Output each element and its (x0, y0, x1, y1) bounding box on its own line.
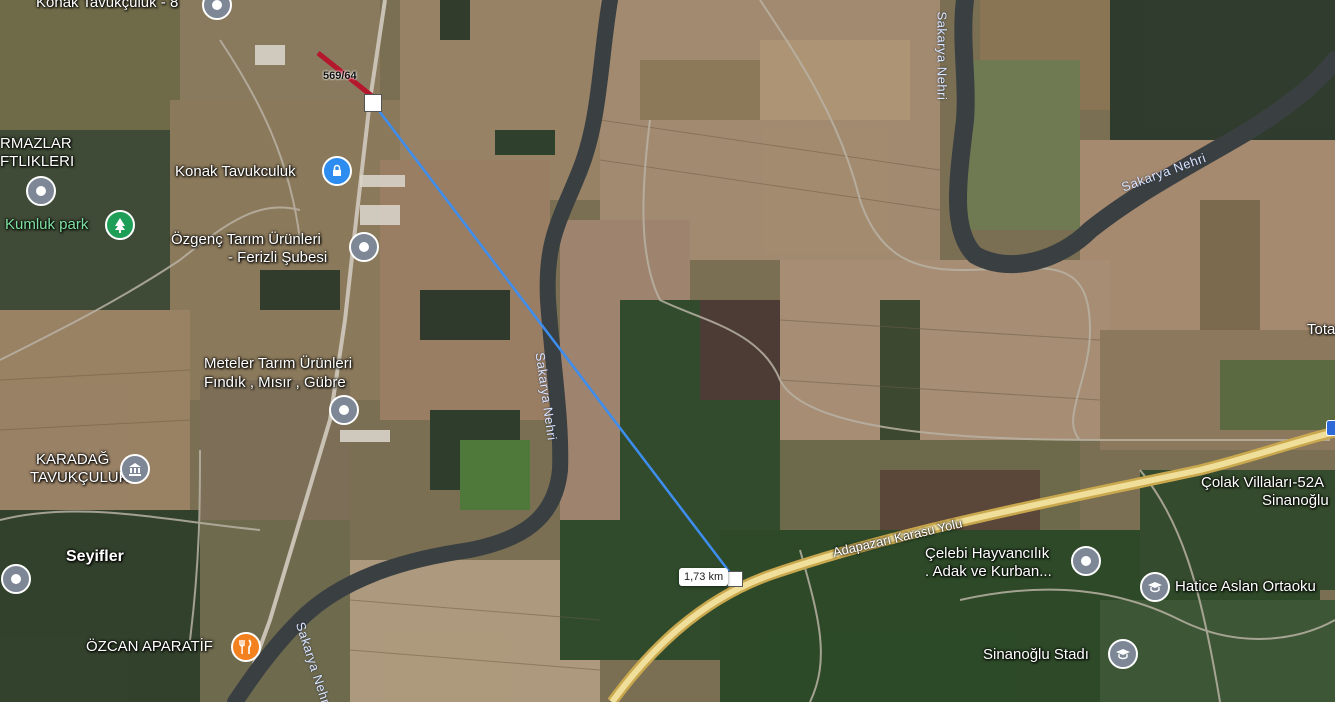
farm-fields (0, 0, 1335, 702)
map-pin-icon[interactable] (1, 564, 31, 594)
map-pin-icon[interactable] (349, 232, 379, 262)
stadium-icon[interactable] (1108, 639, 1138, 669)
map-terrain (0, 0, 1335, 702)
poi-label-konak-tavukculuk[interactable]: Konak Tavukculuk (175, 163, 296, 181)
measure-end-handle[interactable] (727, 571, 743, 587)
poi-label-kumluk-park[interactable]: Kumluk park (5, 216, 88, 234)
map-pin-icon[interactable] (26, 176, 56, 206)
poi-label-ozgenc[interactable]: Özgenç Tarım Ürünleri (171, 231, 321, 249)
poi-label-colak[interactable]: Sinanoğlu (1262, 492, 1329, 510)
poi-label-karadag[interactable]: TAVUKÇULUK (30, 469, 129, 487)
poi-label-hatice[interactable]: Hatice Aslan Ortaoku (1175, 578, 1316, 596)
poi-label-konak-8[interactable]: Konak Tavukçuluk - 8 (36, 0, 178, 12)
poi-label-colak[interactable]: Çolak Villaları-52A (1201, 474, 1324, 492)
poi-label-stadi[interactable]: Sinanoğlu Stadı (983, 646, 1089, 664)
satellite-map[interactable]: 569/64 1,73 km Sakarya Nehri Sakarya Neh… (0, 0, 1335, 702)
restaurant-icon[interactable] (231, 632, 261, 662)
poi-label-ozcan[interactable]: ÖZCAN APARATİF (86, 638, 213, 656)
river-label: Sakarya Nehri (934, 11, 950, 101)
poi-label-celebi[interactable]: . Adak ve Kurban... (925, 563, 1052, 581)
school-icon[interactable] (1140, 572, 1170, 602)
poi-label-kirmazlar[interactable]: FTLIKLERI (0, 153, 74, 171)
distance-readout: 1,73 km (679, 568, 729, 586)
poi-label-tota[interactable]: Tota (1307, 321, 1335, 339)
tree-icon[interactable] (105, 210, 135, 240)
lock-icon[interactable] (322, 156, 352, 186)
parcel-label: 569/64 (323, 70, 357, 82)
poi-label-meteler[interactable]: Meteler Tarım Ürünleri (204, 355, 352, 373)
poi-label-kirmazlar[interactable]: RMAZLAR (0, 135, 72, 153)
poi-label-meteler[interactable]: Fındık , Mısır , Gübre (204, 374, 346, 392)
building-icon[interactable] (120, 454, 150, 484)
poi-label-ozgenc[interactable]: - Ferizli Şubesi (228, 249, 327, 267)
poi-label-celebi[interactable]: Çelebi Hayvancılık (925, 545, 1049, 563)
map-pin-icon[interactable] (329, 395, 359, 425)
measure-start-handle[interactable] (364, 94, 382, 112)
road-shield-icon (1326, 420, 1335, 436)
place-label-seyifler[interactable]: Seyifler (66, 548, 124, 566)
poi-label-karadag[interactable]: KARADAĞ (36, 451, 109, 469)
map-pin-icon[interactable] (1071, 546, 1101, 576)
